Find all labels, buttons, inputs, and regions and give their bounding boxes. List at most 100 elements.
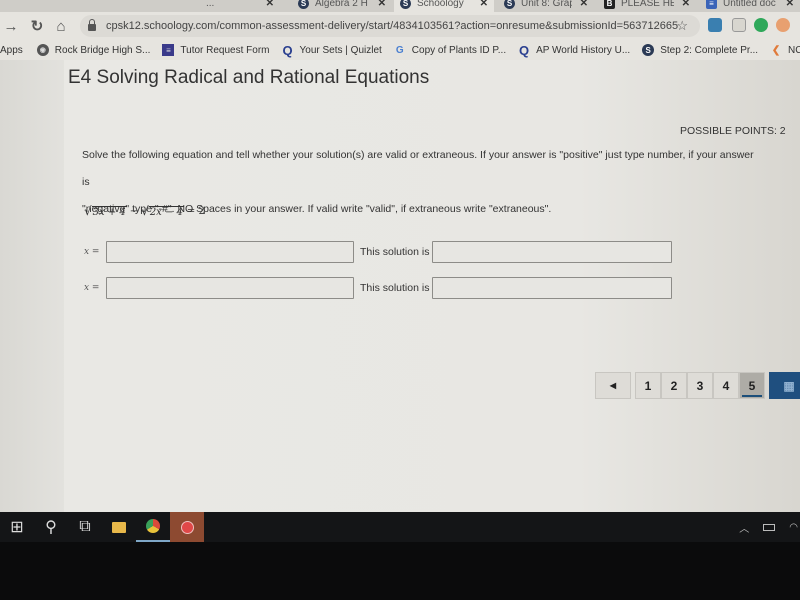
address-bar[interactable]: cpsk12.schoology.com/common-assessment-d… xyxy=(80,15,700,37)
tab-label: ... xyxy=(206,0,215,9)
tab-label: Algebra 2 H xyxy=(315,0,368,9)
equation: √ 3x + 4 − √ 2x − 4 = 2 xyxy=(84,204,208,218)
browser-tab[interactable]: ≡ Untitled doc ✕ xyxy=(700,0,800,12)
square-root: √ 3x + 4 xyxy=(84,204,127,218)
validity-input[interactable] xyxy=(432,277,673,299)
page-button-5-current[interactable]: 5 xyxy=(739,372,765,399)
page-button-2[interactable]: 2 xyxy=(661,372,687,399)
page-title: E4 Solving Radical and Rational Equation… xyxy=(68,67,430,88)
possible-points: POSSIBLE POINTS: 2 xyxy=(680,125,786,137)
x-value-input[interactable] xyxy=(106,241,354,263)
browser-tab[interactable]: S Unit 8: Graph ✕ xyxy=(498,0,594,12)
app-icon[interactable] xyxy=(170,512,204,542)
extension-icon[interactable] xyxy=(708,18,722,32)
close-icon[interactable]: ✕ xyxy=(266,0,274,9)
assessment-panel: E4 Solving Radical and Rational Equation… xyxy=(64,60,800,512)
quizlet-icon: Q xyxy=(519,42,530,58)
school-icon: ◉ xyxy=(36,44,49,56)
brainly-icon: B xyxy=(604,0,615,9)
close-icon[interactable]: ✕ xyxy=(378,0,386,9)
bookmark-apps[interactable]: Apps xyxy=(0,45,23,56)
previous-page-button[interactable]: ◀ xyxy=(595,372,631,399)
bookmark-item[interactable]: S Step 2: Complete Pr... xyxy=(642,44,758,56)
browser-tab[interactable]: S Algebra 2 H ✕ xyxy=(292,0,392,12)
page-viewport: E4 Solving Radical and Rational Equation… xyxy=(0,60,800,512)
grammarly-icon[interactable] xyxy=(754,18,768,32)
bookmark-label: Tutor Request Form xyxy=(180,44,270,56)
minus-sign: − xyxy=(129,205,139,217)
variable-label: x = xyxy=(84,247,100,257)
file-explorer-icon[interactable] xyxy=(102,512,136,542)
google-icon: G xyxy=(395,44,404,56)
solution-label: This solution is xyxy=(360,246,430,258)
windows-start-icon[interactable]: ⊞ xyxy=(0,512,34,542)
bookmark-label: Copy of Plants ID P... xyxy=(411,44,507,56)
extension-icon[interactable] xyxy=(732,18,746,32)
close-icon[interactable]: ✕ xyxy=(786,0,794,9)
bookmark-item[interactable]: ◉ Rock Bridge High S... xyxy=(36,44,151,56)
bookmark-label: Your Sets | Quizlet xyxy=(299,44,382,56)
ncsa-icon: ❮ xyxy=(771,44,781,56)
radical-icon: √ xyxy=(84,204,92,218)
tab-strip: ... ✕ S Algebra 2 H ✕ S Schoology ✕ S Un… xyxy=(0,0,800,12)
schoology-icon: S xyxy=(642,44,655,56)
task-view-icon[interactable]: ⧉ xyxy=(68,512,102,542)
variable-label: x = xyxy=(84,283,100,293)
page-button-4[interactable]: 4 xyxy=(713,372,739,399)
solution-label: This solution is xyxy=(360,282,430,294)
extension-icon[interactable] xyxy=(776,18,790,32)
calendar-icon[interactable]: ▦ xyxy=(769,372,800,399)
bookmark-label: Apps xyxy=(0,44,23,56)
forms-icon: ≡ xyxy=(162,44,175,56)
page-button-1[interactable]: 1 xyxy=(635,372,661,399)
battery-icon[interactable] xyxy=(763,523,776,531)
page-button-3[interactable]: 3 xyxy=(687,372,713,399)
bookmark-item[interactable]: G Copy of Plants ID P... xyxy=(394,44,506,56)
home-icon[interactable]: ⌂ xyxy=(50,15,72,37)
quizlet-icon: Q xyxy=(282,42,293,58)
bookmark-item[interactable]: Q AP World History U... xyxy=(518,42,631,58)
bezel xyxy=(0,542,800,600)
tab-label: Schoology xyxy=(417,0,464,9)
reload-icon[interactable]: ↻ xyxy=(26,15,48,37)
bookmarks-bar: Apps ◉ Rock Bridge High S... ≡ Tutor Req… xyxy=(0,40,800,60)
wifi-icon[interactable]: ◠ xyxy=(789,522,798,533)
bookmark-label: AP World History U... xyxy=(536,44,631,56)
browser-tab-active[interactable]: S Schoology ✕ xyxy=(394,0,494,12)
close-icon[interactable]: ✕ xyxy=(682,0,690,9)
question-pager: ◀ 1 2 3 4 5 ▦ xyxy=(595,372,800,399)
google-docs-icon: ≡ xyxy=(706,0,717,9)
bookmark-label: NCSA Client Recruit... xyxy=(788,44,800,56)
schoology-icon: S xyxy=(298,0,309,9)
answer-row: x = This solution is xyxy=(84,241,673,263)
answer-row: x = This solution is xyxy=(84,277,673,299)
bookmark-star-icon[interactable]: ☆ xyxy=(676,18,688,34)
close-icon[interactable]: ✕ xyxy=(480,0,488,9)
bookmark-item[interactable]: ❮ NCSA Client Recruit... xyxy=(770,44,800,56)
forward-icon[interactable]: → xyxy=(0,15,22,37)
url-text: cpsk12.schoology.com/common-assessment-d… xyxy=(106,20,679,32)
bookmark-item[interactable]: ≡ Tutor Request Form xyxy=(162,44,270,56)
browser-tab[interactable]: ... ✕ xyxy=(200,0,280,12)
validity-input[interactable] xyxy=(432,241,673,263)
search-icon[interactable]: ⚲ xyxy=(34,512,68,542)
tab-label: Untitled doc xyxy=(723,0,776,9)
schoology-icon: S xyxy=(400,0,411,9)
tab-label: Unit 8: Graph xyxy=(521,0,572,9)
system-tray: ︿ ◠ xyxy=(739,512,800,542)
close-icon[interactable]: ✕ xyxy=(580,0,588,9)
bookmark-item[interactable]: Q Your Sets | Quizlet xyxy=(282,42,382,58)
square-root: √ 2x − 4 xyxy=(141,204,184,218)
schoology-icon: S xyxy=(504,0,515,9)
bookmark-label: Rock Bridge High S... xyxy=(54,44,151,56)
equals-value: = 2 xyxy=(186,205,205,217)
radicand: 3x + 4 xyxy=(91,206,127,218)
x-value-input[interactable] xyxy=(106,277,354,299)
radical-icon: √ xyxy=(141,204,149,218)
browser-tab[interactable]: B PLEASE HELP ✕ xyxy=(598,0,696,12)
tab-label: PLEASE HELP xyxy=(621,0,674,9)
radicand: 2x − 4 xyxy=(148,206,184,218)
show-hidden-icons-chevron-icon[interactable]: ︿ xyxy=(739,520,749,535)
instructions-line: Solve the following equation and tell wh… xyxy=(82,149,754,188)
chrome-icon[interactable] xyxy=(136,512,170,542)
